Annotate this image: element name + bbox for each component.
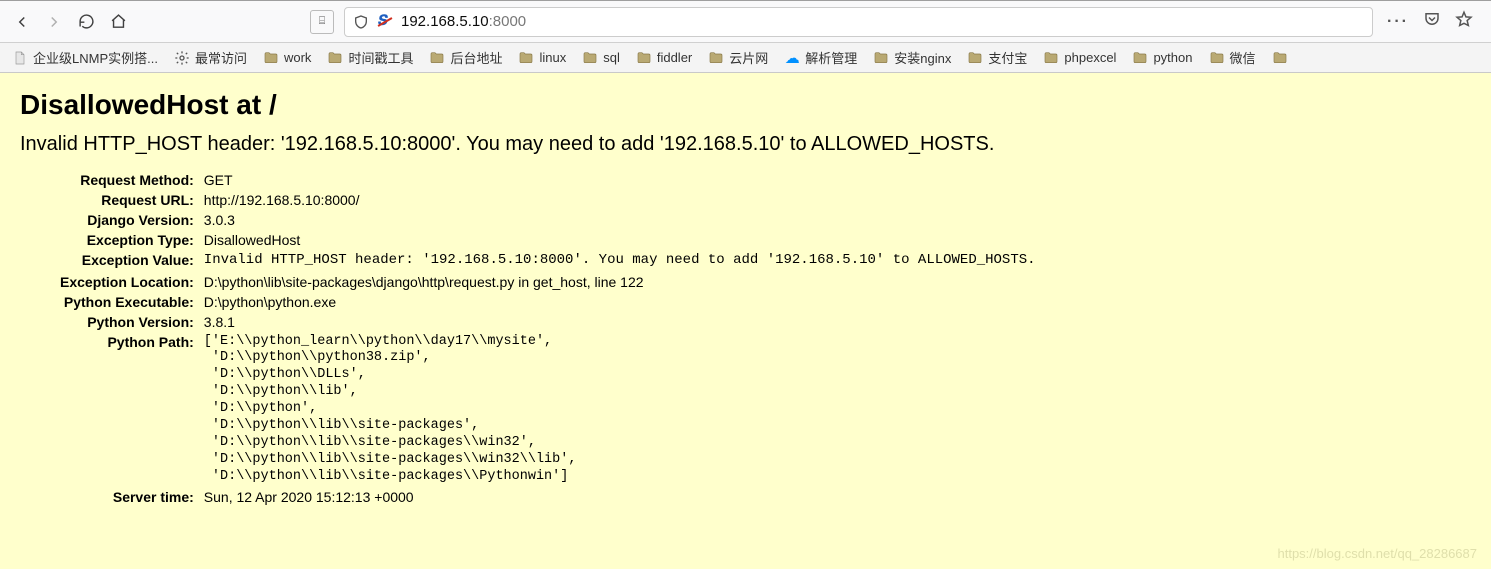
back-button[interactable] <box>8 8 36 36</box>
page-actions-icon[interactable]: ··· <box>1387 13 1409 31</box>
value-exception-value: Invalid HTTP_HOST header: '192.168.5.10:… <box>204 250 1036 272</box>
bm-lnmp[interactable]: 企业级LNMP实例搭... <box>6 46 164 69</box>
value-django-version: 3.0.3 <box>204 210 1036 230</box>
folder-icon <box>708 50 724 66</box>
url-text: 192.168.5.10:8000 <box>401 13 1364 30</box>
bookmark-label: 安装nginx <box>894 48 951 67</box>
label-exception-type: Exception Type: <box>60 230 204 250</box>
value-exception-location: D:\python\lib\site-packages\django\http\… <box>204 272 1036 292</box>
value-python-path: ['E:\\python_learn\\python\\day17\\mysit… <box>204 332 1036 488</box>
bm-admin[interactable]: 后台地址 <box>423 46 508 69</box>
bm-most-visited[interactable]: 最常访问 <box>168 46 253 69</box>
value-request-url: http://192.168.5.10:8000/ <box>204 190 1036 210</box>
tracking-shield-icon[interactable] <box>353 14 369 30</box>
extension-icon[interactable]: ⌸ <box>310 10 334 34</box>
django-error-page: DisallowedHost at / Invalid HTTP_HOST he… <box>0 73 1491 569</box>
bm-phpexcel[interactable]: phpexcel <box>1037 48 1122 68</box>
label-exception-location: Exception Location: <box>60 272 204 292</box>
folder-icon <box>1132 50 1148 66</box>
bm-yunpian[interactable]: 云片网 <box>702 46 774 69</box>
bookmark-label: work <box>284 50 311 65</box>
home-button[interactable] <box>104 8 132 36</box>
value-request-method: GET <box>204 170 1036 190</box>
bm-linux[interactable]: linux <box>512 48 572 68</box>
bm-wechat[interactable]: 微信 <box>1203 46 1262 69</box>
forward-button[interactable] <box>40 8 68 36</box>
bm-nginx[interactable]: 安装nginx <box>867 46 957 69</box>
url-input[interactable]: 192.168.5.10:8000 <box>344 7 1373 37</box>
label-django-version: Django Version: <box>60 210 204 230</box>
label-python-path: Python Path: <box>60 332 204 488</box>
bookmark-label: sql <box>603 50 620 65</box>
bookmark-star-icon[interactable] <box>1455 10 1473 33</box>
folder-icon <box>518 50 534 66</box>
bm-python[interactable]: python <box>1126 48 1198 68</box>
bookmark-label: 企业级LNMP实例搭... <box>33 48 158 67</box>
value-python-executable: D:\python\python.exe <box>204 292 1036 312</box>
bookmark-label: 微信 <box>1230 48 1256 67</box>
label-exception-value: Exception Value: <box>60 250 204 272</box>
page-icon <box>12 50 28 66</box>
value-server-time: Sun, 12 Apr 2020 15:12:13 +0000 <box>204 487 1036 507</box>
folder-icon <box>1043 50 1059 66</box>
error-title: DisallowedHost at / <box>20 89 1471 121</box>
label-python-version: Python Version: <box>60 312 204 332</box>
folder-icon <box>1272 50 1288 66</box>
pocket-icon[interactable] <box>1423 10 1441 33</box>
address-bar: ⌸ 192.168.5.10:8000 ··· <box>0 1 1491 43</box>
noscript-icon[interactable] <box>377 14 393 30</box>
label-request-method: Request Method: <box>60 170 204 190</box>
bookmark-label: 最常访问 <box>195 48 247 67</box>
bm-alipay[interactable]: 支付宝 <box>961 46 1033 69</box>
bm-overflow[interactable] <box>1266 48 1299 68</box>
bookmark-label: linux <box>539 50 566 65</box>
bm-fiddler[interactable]: fiddler <box>630 48 698 68</box>
browser-chrome: ⌸ 192.168.5.10:8000 ··· 企业级LNMP实例搭... 最常访… <box>0 0 1491 73</box>
folder-icon <box>327 50 343 66</box>
bm-dns[interactable]: ☁ 解析管理 <box>778 46 863 69</box>
cloud-icon: ☁ <box>784 50 800 66</box>
folder-icon <box>582 50 598 66</box>
bookmark-label: 支付宝 <box>988 48 1027 67</box>
bookmarks-bar: 企业级LNMP实例搭... 最常访问 work 时间戳工具 后台地址 linux sql fi… <box>0 43 1491 73</box>
bm-timestamp[interactable]: 时间戳工具 <box>321 46 419 69</box>
summary-table: Request Method: GET Request URL: http://… <box>60 170 1036 507</box>
bookmark-label: fiddler <box>657 50 692 65</box>
folder-icon <box>967 50 983 66</box>
bookmark-label: 云片网 <box>729 48 768 67</box>
folder-icon <box>636 50 652 66</box>
bookmark-label: 时间戳工具 <box>348 48 413 67</box>
bookmark-label: 解析管理 <box>805 48 857 67</box>
folder-icon <box>873 50 889 66</box>
value-exception-type: DisallowedHost <box>204 230 1036 250</box>
bookmark-label: python <box>1153 50 1192 65</box>
reload-button[interactable] <box>72 8 100 36</box>
gear-icon <box>174 50 190 66</box>
folder-icon <box>263 50 279 66</box>
bookmark-label: 后台地址 <box>450 48 502 67</box>
label-request-url: Request URL: <box>60 190 204 210</box>
bookmark-label: phpexcel <box>1064 50 1116 65</box>
label-python-executable: Python Executable: <box>60 292 204 312</box>
folder-icon <box>1209 50 1225 66</box>
label-server-time: Server time: <box>60 487 204 507</box>
bm-work[interactable]: work <box>257 48 317 68</box>
value-python-version: 3.8.1 <box>204 312 1036 332</box>
error-message: Invalid HTTP_HOST header: '192.168.5.10:… <box>20 133 1471 156</box>
bm-sql[interactable]: sql <box>576 48 626 68</box>
folder-icon <box>429 50 445 66</box>
